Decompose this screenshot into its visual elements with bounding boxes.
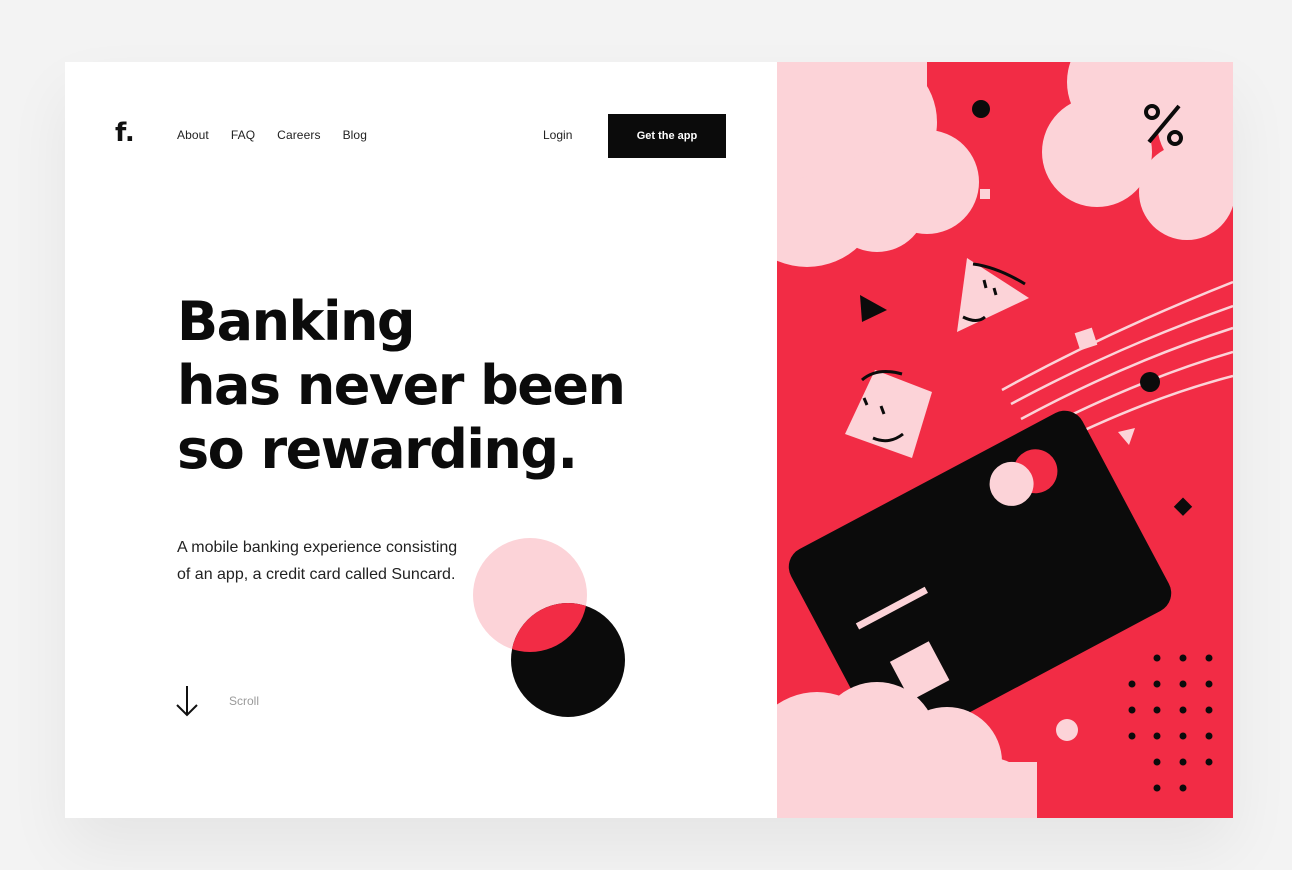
dot-pink [1056,719,1078,741]
headline-line: so rewarding. [177,418,578,481]
triangle-black [860,295,887,322]
scroll-indicator[interactable]: Scroll [175,684,259,718]
cloud-top-left [777,62,979,267]
dot-black [972,100,990,118]
diamond-black [1173,497,1193,516]
hero-left-panel: f. About FAQ Careers Blog Login Get the … [65,62,777,818]
dot-black [1140,372,1160,392]
nav-item-faq[interactable]: FAQ [231,128,255,142]
hero-illustration [777,62,1233,818]
motion-square [1074,327,1098,351]
login-link[interactable]: Login [543,128,572,142]
landing-page: f. About FAQ Careers Blog Login Get the … [65,62,1233,818]
nav-item-careers[interactable]: Careers [277,128,320,142]
dot-grid [1128,654,1213,792]
subtext-line: A mobile banking experience consisting [177,539,458,556]
main-nav: About FAQ Careers Blog [177,128,389,142]
get-the-app-button[interactable]: Get the app [608,114,726,158]
triangle-face [957,258,1029,332]
scroll-label: Scroll [229,694,260,708]
hero-headline: Banking has never been so rewarding. [177,290,626,482]
arrow-down-icon [176,686,198,717]
nav-item-blog[interactable]: Blog [343,128,367,142]
cloud-top-right [1042,62,1233,240]
headline-line: has never been [177,354,626,417]
small-square [980,189,990,199]
brand-logo[interactable]: f. [115,120,135,146]
subtext-line: of an app, a credit card called Suncard. [177,566,456,583]
headline-line: Banking [177,290,416,353]
triangle-pink [1118,428,1135,445]
cloud-bottom-left [777,682,1037,818]
square-face [845,370,932,458]
hero-subtext: A mobile banking experience consisting o… [177,534,537,588]
nav-item-about[interactable]: About [177,128,209,142]
illustration-canvas [777,62,1233,818]
